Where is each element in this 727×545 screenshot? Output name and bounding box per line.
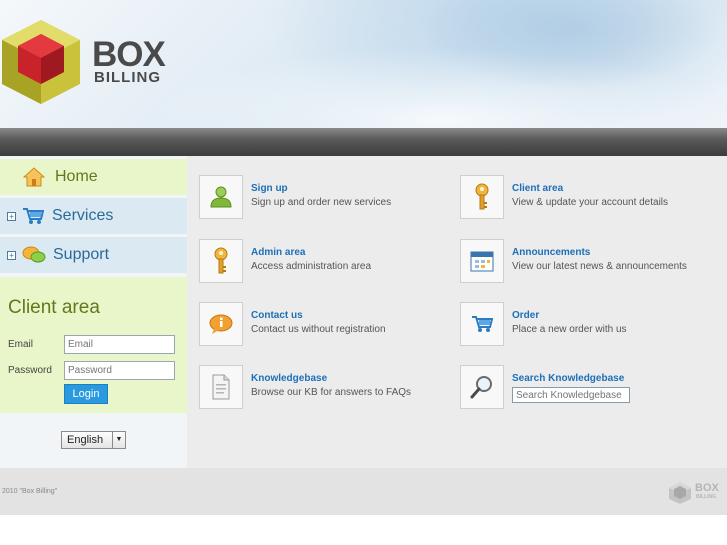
tile-title[interactable]: Admin area [251, 247, 305, 258]
tile-icon-box[interactable] [460, 239, 504, 283]
tile-description: View our latest news & announcements [512, 261, 687, 272]
home-icon [23, 167, 45, 187]
kb-search-input[interactable] [512, 387, 630, 403]
tile-announcements[interactable]: Announcements View our latest news & ann… [460, 239, 700, 283]
info-bubble-icon [209, 314, 233, 334]
cart-icon [472, 316, 493, 332]
calendar-icon [470, 251, 494, 272]
copyright-text: 2010 "Box Billing" [2, 488, 58, 495]
tile-admin-area[interactable]: Admin area Access administration area [199, 239, 439, 283]
logo-billing-text: BILLING [94, 69, 161, 86]
tile-title[interactable]: Contact us [251, 310, 303, 321]
nav-services[interactable]: + Services [0, 198, 187, 234]
email-label: Email [8, 339, 34, 350]
tile-sign-up[interactable]: Sign up Sign up and order new services [199, 175, 439, 219]
tile-description: Browse our KB for answers to FAQs [251, 387, 412, 398]
tile-title[interactable]: Announcements [512, 247, 590, 258]
tile-title[interactable]: Search Knowledgebase [512, 373, 624, 384]
users-icon [210, 186, 232, 208]
header-banner: BOX BILLING [0, 0, 727, 128]
nav-home-label: Home [55, 168, 98, 185]
login-button[interactable]: Login [64, 384, 108, 404]
nav-support[interactable]: + Support [0, 237, 187, 273]
tile-title[interactable]: Knowledgebase [251, 373, 327, 384]
tile-contact-us[interactable]: Contact us Contact us without registrati… [199, 302, 439, 346]
tile-icon-box[interactable] [199, 175, 243, 219]
nav-support-label: Support [53, 246, 110, 263]
tile-icon-box[interactable] [199, 239, 243, 283]
tile-client-area[interactable]: Client area View & update your account d… [460, 175, 700, 219]
tile-order[interactable]: Order Place a new order with us [460, 302, 700, 346]
tile-search-knowledgebase[interactable]: Search Knowledgebase [460, 365, 700, 409]
expand-services-icon[interactable]: + [7, 211, 16, 221]
password-label: Password [8, 365, 52, 376]
tile-icon-box[interactable] [460, 175, 504, 219]
logo-wordmark[interactable]: BOX BILLING [92, 35, 166, 86]
dropdown-arrow-icon[interactable]: ▼ [112, 432, 125, 448]
language-selected-value: English [67, 434, 104, 446]
tile-description: View & update your account details [512, 197, 669, 208]
logo-cube-icon[interactable] [0, 18, 82, 106]
nav-home[interactable]: Home [0, 159, 187, 195]
tile-description: Place a new order with us [512, 324, 627, 335]
password-field[interactable] [64, 361, 175, 380]
top-bar [0, 128, 727, 156]
key-icon [475, 183, 489, 210]
client-area-title: Client area [8, 297, 100, 318]
tile-title[interactable]: Client area [512, 183, 563, 194]
tile-icon-box[interactable] [460, 365, 504, 409]
logo-box-text: BOX [92, 35, 166, 74]
tile-description: Sign up and order new services [251, 197, 392, 208]
expand-support-icon[interactable]: + [7, 250, 16, 260]
document-icon [212, 374, 230, 400]
main-content: Sign up Sign up and order new services C… [187, 156, 727, 468]
footer: 2010 "Box Billing" BOX BILLING [0, 468, 727, 515]
footer-logo-box-text: BOX [695, 482, 719, 494]
footer-logo-cube-icon [669, 482, 691, 504]
key-icon [214, 247, 228, 274]
chat-bubbles-icon [22, 246, 46, 263]
cart-icon [23, 208, 44, 224]
tile-icon-box[interactable] [199, 365, 243, 409]
tile-title[interactable]: Order [512, 310, 539, 321]
email-field[interactable] [64, 335, 175, 354]
footer-logo-billing-text: BILLING [696, 494, 716, 500]
sidebar: Home + Services + Support Client area Em… [0, 156, 187, 468]
tile-icon-box[interactable] [199, 302, 243, 346]
tile-title[interactable]: Sign up [251, 183, 288, 194]
tile-description: Access administration area [251, 261, 372, 272]
nav-services-label: Services [52, 207, 114, 224]
tile-icon-box[interactable] [460, 302, 504, 346]
magnifier-icon [470, 376, 492, 399]
tile-knowledgebase[interactable]: Knowledgebase Browse our KB for answers … [199, 365, 439, 409]
language-select[interactable]: English ▼ [61, 431, 126, 449]
tile-description: Contact us without registration [251, 324, 386, 335]
